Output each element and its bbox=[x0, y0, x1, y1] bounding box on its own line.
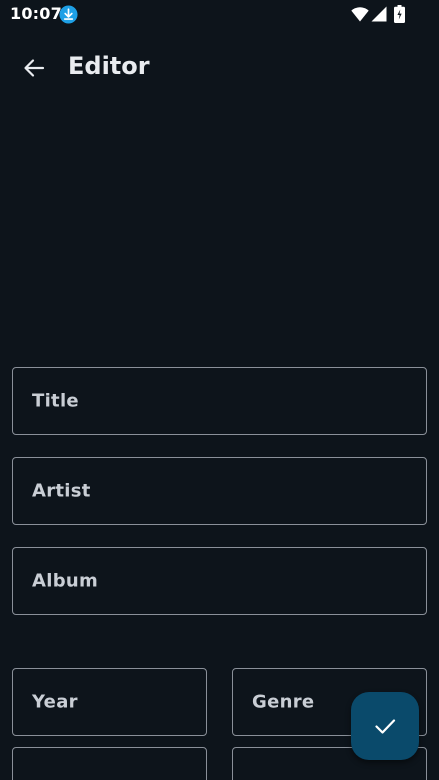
status-bar: 10:07 bbox=[0, 0, 439, 30]
editor-screen: 10:07 Editor Title Artist Album Year Gen… bbox=[0, 0, 439, 780]
title-field[interactable]: Title bbox=[12, 367, 427, 435]
save-fab-button[interactable] bbox=[351, 692, 419, 760]
title-field-label: Title bbox=[32, 390, 79, 412]
back-button[interactable] bbox=[14, 48, 54, 88]
download-icon bbox=[59, 5, 78, 24]
page-title: Editor bbox=[68, 52, 150, 80]
genre-field-label: Genre bbox=[252, 691, 315, 713]
app-bar: Editor bbox=[0, 40, 439, 96]
album-field-label: Album bbox=[32, 570, 99, 592]
year-field-label: Year bbox=[32, 691, 78, 713]
check-icon bbox=[375, 719, 396, 734]
wifi-icon bbox=[351, 7, 369, 22]
artist-field[interactable]: Artist bbox=[12, 457, 427, 525]
album-field[interactable]: Album bbox=[12, 547, 427, 615]
battery-icon bbox=[394, 5, 405, 23]
status-time: 10:07 bbox=[10, 4, 62, 23]
signal-icon bbox=[371, 6, 387, 22]
next-row-left-field[interactable] bbox=[12, 747, 207, 780]
year-field[interactable]: Year bbox=[12, 668, 207, 736]
artist-field-label: Artist bbox=[32, 480, 91, 502]
arrow-left-icon bbox=[24, 59, 45, 77]
